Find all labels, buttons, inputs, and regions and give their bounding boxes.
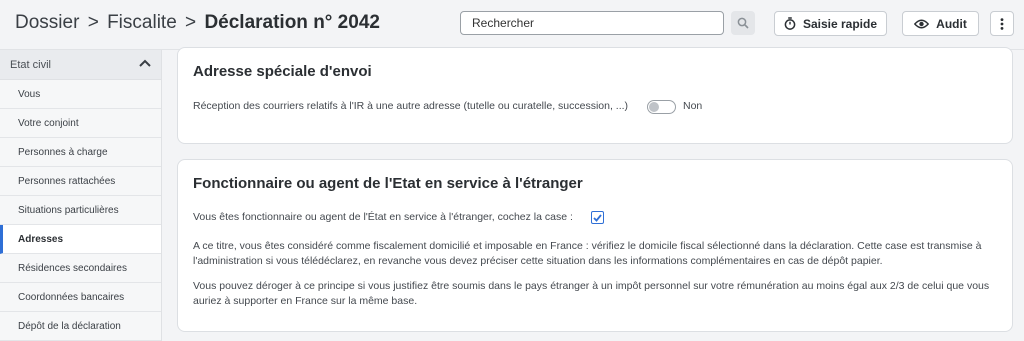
sidebar-item-label: Adresses: [18, 233, 64, 245]
breadcrumb-item-dossier[interactable]: Dossier: [15, 12, 79, 33]
fonctionnaire-checkbox[interactable]: [591, 211, 604, 224]
sidebar-item-residences-secondaires[interactable]: Résidences secondaires: [0, 254, 161, 283]
kebab-menu-icon: [1000, 17, 1004, 30]
sidebar-item-votre-conjoint[interactable]: Votre conjoint: [0, 109, 161, 138]
sidebar-item-adresses[interactable]: Adresses: [0, 225, 161, 254]
page-title: Déclaration n° 2042: [204, 12, 380, 33]
card-title: Fonctionnaire ou agent de l'Etat en serv…: [193, 175, 583, 192]
sidebar-item-situations-particulieres[interactable]: Situations particulières: [0, 196, 161, 225]
sidebar-item-label: Dépôt de la déclaration: [18, 320, 121, 332]
sidebar-item-label: Personnes rattachées: [18, 175, 116, 187]
top-bar: Dossier > Fiscalite > Déclaration n° 204…: [0, 0, 1024, 50]
audit-button[interactable]: Audit: [902, 11, 979, 36]
saisie-rapide-label: Saisie rapide: [802, 16, 878, 31]
audit-label: Audit: [936, 16, 967, 31]
toggle-value: Non: [683, 100, 703, 112]
checkmark-icon: [593, 213, 602, 222]
courrier-toggle[interactable]: [647, 100, 676, 114]
sidebar-item-label: Votre conjoint: [18, 117, 79, 129]
info-paragraph-2: Vous pouvez déroger à ce principe si vou…: [193, 280, 990, 307]
saisie-rapide-button[interactable]: Saisie rapide: [774, 11, 887, 36]
search-button[interactable]: [731, 11, 755, 35]
sidebar-item-label: Résidences secondaires: [18, 262, 127, 274]
breadcrumb-separator: >: [185, 12, 197, 33]
breadcrumb-item-fiscalite[interactable]: Fiscalite: [107, 12, 177, 33]
sidebar-item-coordonnees-bancaires[interactable]: Coordonnées bancaires: [0, 283, 161, 312]
sidebar-section-etat-civil[interactable]: Etat civil: [0, 50, 161, 80]
sidebar-item-personnes-a-charge[interactable]: Personnes à charge: [0, 138, 161, 167]
card-title: Adresse spéciale d'envoi: [193, 63, 372, 80]
sidebar-item-vous[interactable]: Vous: [0, 80, 161, 109]
breadcrumb: Dossier > Fiscalite > Déclaration n° 204…: [15, 12, 380, 34]
sidebar-item-depot-de-la-declaration[interactable]: Dépôt de la déclaration: [0, 312, 161, 341]
sidebar-item-label: Personnes à charge: [18, 146, 108, 158]
sidebar-items: Vous Votre conjoint Personnes à charge Pers…: [0, 80, 161, 341]
breadcrumb-separator: >: [87, 12, 99, 33]
sidebar-item-personnes-rattachees[interactable]: Personnes rattachées: [0, 167, 161, 196]
courrier-question: Réception des courriers relatifs à l'IR …: [193, 100, 629, 112]
sidebar-item-label: Situations particulières: [18, 204, 119, 216]
stopwatch-icon: [784, 17, 796, 30]
search-icon: [737, 17, 749, 29]
sidebar: Etat civil Vous Votre conjoint Personnes à…: [0, 50, 162, 341]
sidebar-item-label: Coordonnées bancaires: [18, 291, 125, 303]
card-fonctionnaire: Fonctionnaire ou agent de l'Etat en serv…: [177, 159, 1013, 332]
card-adresse-speciale: Adresse spéciale d'envoi Réception des c…: [177, 47, 1013, 144]
info-paragraph-1: A ce titre, vous êtes considéré comme fi…: [193, 240, 982, 267]
sidebar-section-label: Etat civil: [10, 58, 51, 71]
fonctionnaire-question: Vous êtes fonctionnaire ou agent de l'Ét…: [193, 211, 573, 223]
more-options-button[interactable]: [990, 11, 1014, 36]
chevron-up-icon: [139, 59, 151, 67]
toggle-knob: [649, 102, 659, 112]
sidebar-item-label: Vous: [18, 88, 41, 100]
search-input[interactable]: [460, 11, 724, 35]
eye-icon: [914, 19, 930, 28]
